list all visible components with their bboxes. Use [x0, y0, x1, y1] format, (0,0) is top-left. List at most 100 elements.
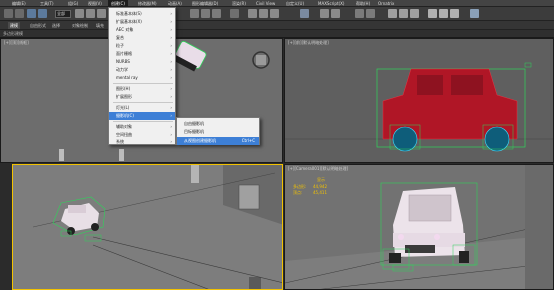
render-iterative-icon[interactable]	[470, 9, 479, 18]
menu-animation[interactable]: 动画(A)	[168, 0, 182, 7]
menu-customize[interactable]: 自定义(U)	[286, 0, 304, 7]
named-selection-icon[interactable]	[300, 9, 309, 18]
chevron-right-icon: ›	[170, 43, 172, 48]
percent-snap-icon[interactable]	[270, 9, 279, 18]
chevron-right-icon: ›	[170, 132, 172, 137]
menu-item-nurbs[interactable]: NURBS ›	[109, 58, 175, 66]
reference-coordinate-icon[interactable]	[230, 9, 239, 18]
chevron-right-icon: ›	[170, 67, 172, 72]
cameras-submenu: 自由摄影机 目标摄影机 从视图创建摄影机 Ctrl+C	[176, 117, 260, 145]
unlink-icon[interactable]	[38, 9, 47, 18]
tab-freeform[interactable]: 自由形式	[30, 22, 46, 29]
chevron-right-icon: ›	[170, 59, 172, 64]
link-icon[interactable]	[27, 9, 36, 18]
rectangular-selection-icon[interactable]	[97, 9, 106, 18]
menu-separator	[113, 83, 173, 84]
render-production-icon[interactable]	[450, 9, 459, 18]
chevron-right-icon: ›	[170, 139, 172, 144]
menu-item-helpers[interactable]: 辅助对象 ›	[109, 123, 175, 131]
chevron-right-icon: ›	[170, 105, 172, 110]
menu-item-dynamics[interactable]: 动力学 ›	[109, 66, 175, 74]
menu-separator	[113, 102, 173, 103]
chevron-right-icon: ›	[170, 11, 172, 16]
shortcut-label: Ctrl+C	[241, 138, 255, 143]
wheel	[392, 126, 418, 152]
tab-modeling[interactable]: 建模	[8, 22, 20, 29]
menu-ornatrix[interactable]: Ornatrix	[378, 0, 394, 7]
menu-item-shapes[interactable]: 图形(H) ›	[109, 85, 175, 93]
chevron-right-icon: ›	[170, 113, 172, 118]
select-by-name-icon[interactable]	[86, 9, 95, 18]
mirror-icon[interactable]	[320, 9, 329, 18]
chevron-right-icon: ›	[170, 51, 172, 56]
curve-editor-icon[interactable]	[388, 9, 397, 18]
menu-help[interactable]: 帮助(H)	[356, 0, 370, 7]
angle-snap-icon[interactable]	[259, 9, 268, 18]
menu-item-patch-grids[interactable]: 面片栅格 ›	[109, 50, 175, 58]
viewport-perspective[interactable]: [+][透视][默认明暗处理]	[12, 164, 283, 290]
menu-item-extended-shapes[interactable]: 扩展图形 ›	[109, 93, 175, 101]
menu-rendering[interactable]: 渲染(R)	[232, 0, 246, 7]
schematic-view-icon[interactable]	[399, 9, 408, 18]
material-editor-icon[interactable]	[410, 9, 419, 18]
select-object-icon[interactable]	[75, 9, 84, 18]
menu-edit[interactable]: 编辑(E)	[12, 0, 26, 7]
menu-item-particles[interactable]: 粒子 ›	[109, 42, 175, 50]
menu-maxscript[interactable]: MAXScript(X)	[318, 0, 344, 7]
menu-item-target-camera[interactable]: 目标摄影机	[177, 128, 259, 136]
chevron-right-icon: ›	[170, 86, 172, 91]
menu-modifiers[interactable]: 修改器(M)	[138, 0, 157, 7]
ribbon-panel-bar: 多边形建模	[0, 30, 554, 38]
menu-item-space-warps[interactable]: 空间扭曲 ›	[109, 131, 175, 139]
chevron-right-icon: ›	[170, 75, 172, 80]
main-toolbar: 全部	[0, 7, 554, 21]
tab-populate[interactable]: 填充	[96, 22, 104, 29]
align-icon[interactable]	[331, 9, 340, 18]
menu-graph-editors[interactable]: 图形编辑器(D)	[192, 0, 218, 7]
rotate-icon[interactable]	[201, 9, 210, 18]
menu-item-free-camera[interactable]: 自由摄影机	[177, 120, 259, 128]
menu-views[interactable]: 视图(V)	[88, 0, 102, 7]
layer-manager-icon[interactable]	[355, 9, 364, 18]
chevron-right-icon: ›	[170, 94, 172, 99]
viewport-camera[interactable]: [+][Camera001][默认明暗处理] 显示 多边形: 44,942 顶点…	[284, 164, 554, 290]
selection-filter-dropdown[interactable]: 全部	[55, 10, 71, 18]
scale-icon[interactable]	[212, 9, 221, 18]
menu-item-create-camera-from-view[interactable]: 从视图创建摄影机 Ctrl+C	[177, 137, 259, 145]
wheel	[484, 126, 510, 152]
menu-item-standard-primitives[interactable]: 标准基本体(S) ›	[109, 10, 175, 18]
viewport-front-scene	[285, 62, 553, 152]
render-setup-icon[interactable]	[428, 9, 437, 18]
ribbon-toggle-icon[interactable]	[366, 9, 375, 18]
chevron-right-icon: ›	[170, 35, 172, 40]
ribbon: 建模 自由形式 选择 对象绘制 填充	[0, 21, 554, 30]
menu-item-lights[interactable]: 灯光(L) ›	[109, 104, 175, 112]
tab-object-paint[interactable]: 对象绘制	[72, 22, 88, 29]
menu-group[interactable]: 组(G)	[68, 0, 78, 7]
viewport-camera-scene	[285, 165, 553, 289]
menu-item-cameras[interactable]: 摄影机(C) ›	[109, 112, 175, 120]
menu-item-aec-objects[interactable]: AEC 对象 ›	[109, 26, 175, 34]
move-icon[interactable]	[190, 9, 199, 18]
menu-tools[interactable]: 工具(T)	[40, 0, 54, 7]
tab-selection[interactable]: 选择	[52, 22, 60, 29]
rendered-frame-window-icon[interactable]	[439, 9, 448, 18]
menu-civil-view[interactable]: Civil View	[256, 0, 275, 7]
menu-item-systems[interactable]: 系统 ›	[109, 139, 175, 145]
menu-bar: 编辑(E) 工具(T) 组(G) 视图(V) 创建(C) 修改器(M) 动画(A…	[0, 0, 554, 7]
redo-icon[interactable]	[15, 9, 24, 18]
menu-item-compound[interactable]: 复合 ›	[109, 34, 175, 42]
undo-icon[interactable]	[4, 9, 13, 18]
menu-item-mental-ray[interactable]: mental ray ›	[109, 74, 175, 82]
viewport-front[interactable]: [+][前][默认明暗处理]	[284, 38, 554, 163]
ribbon-panel-label: 多边形建模	[3, 31, 23, 36]
camera-box	[256, 55, 266, 65]
chevron-right-icon: ›	[170, 124, 172, 129]
chevron-right-icon: ›	[170, 19, 172, 24]
pillar	[59, 149, 64, 161]
create-menu: 标准基本体(S) › 扩展基本体(X) › AEC 对象 › 复合 › 粒子 › 面片栅格…	[108, 7, 176, 145]
menu-create[interactable]: 创建(C)	[108, 0, 128, 7]
menu-item-extended-primitives[interactable]: 扩展基本体(X) ›	[109, 18, 175, 26]
chevron-right-icon: ›	[170, 27, 172, 32]
snap-toggle-icon[interactable]	[248, 9, 257, 18]
